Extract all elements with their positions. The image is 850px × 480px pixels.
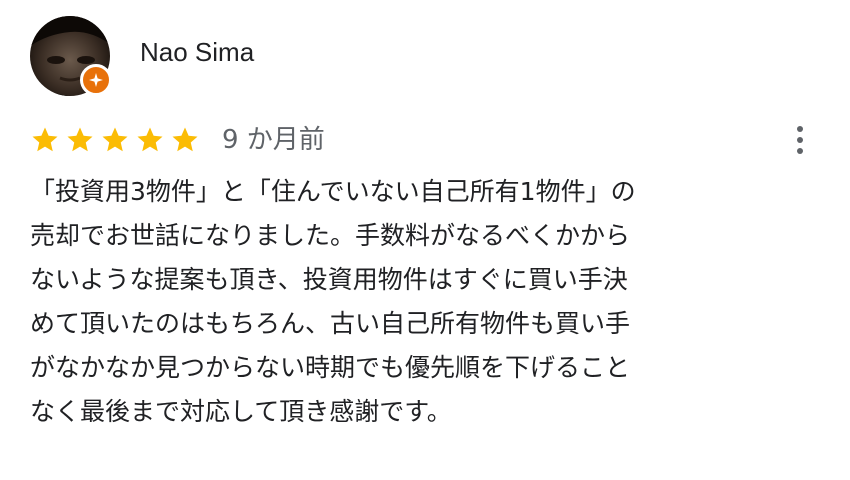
star-icon <box>137 127 163 152</box>
rating-row: 9 か月前 <box>30 120 325 160</box>
review-text: 「投資用3物件」と「住んでいない自己所有1物件」の 売却でお世話になりました。手… <box>30 177 636 426</box>
local-guide-badge-icon <box>80 64 112 96</box>
sparkle-icon <box>89 73 103 87</box>
star-rating <box>30 125 200 155</box>
star-icon <box>67 127 93 152</box>
review-date: 9 か月前 <box>222 125 325 155</box>
more-options-button[interactable] <box>786 120 814 160</box>
more-vert-icon <box>797 137 803 143</box>
star-icon <box>32 127 58 152</box>
reviewer-name[interactable]: Nao Sima <box>140 34 254 70</box>
review-card: Nao Sima 9 か月前 「投資用3物件」と「住んでいない自己所有1物件」の… <box>0 0 850 480</box>
more-vert-icon <box>797 126 803 132</box>
star-icon <box>102 127 128 152</box>
star-icon <box>172 127 198 152</box>
more-vert-icon <box>797 148 803 154</box>
